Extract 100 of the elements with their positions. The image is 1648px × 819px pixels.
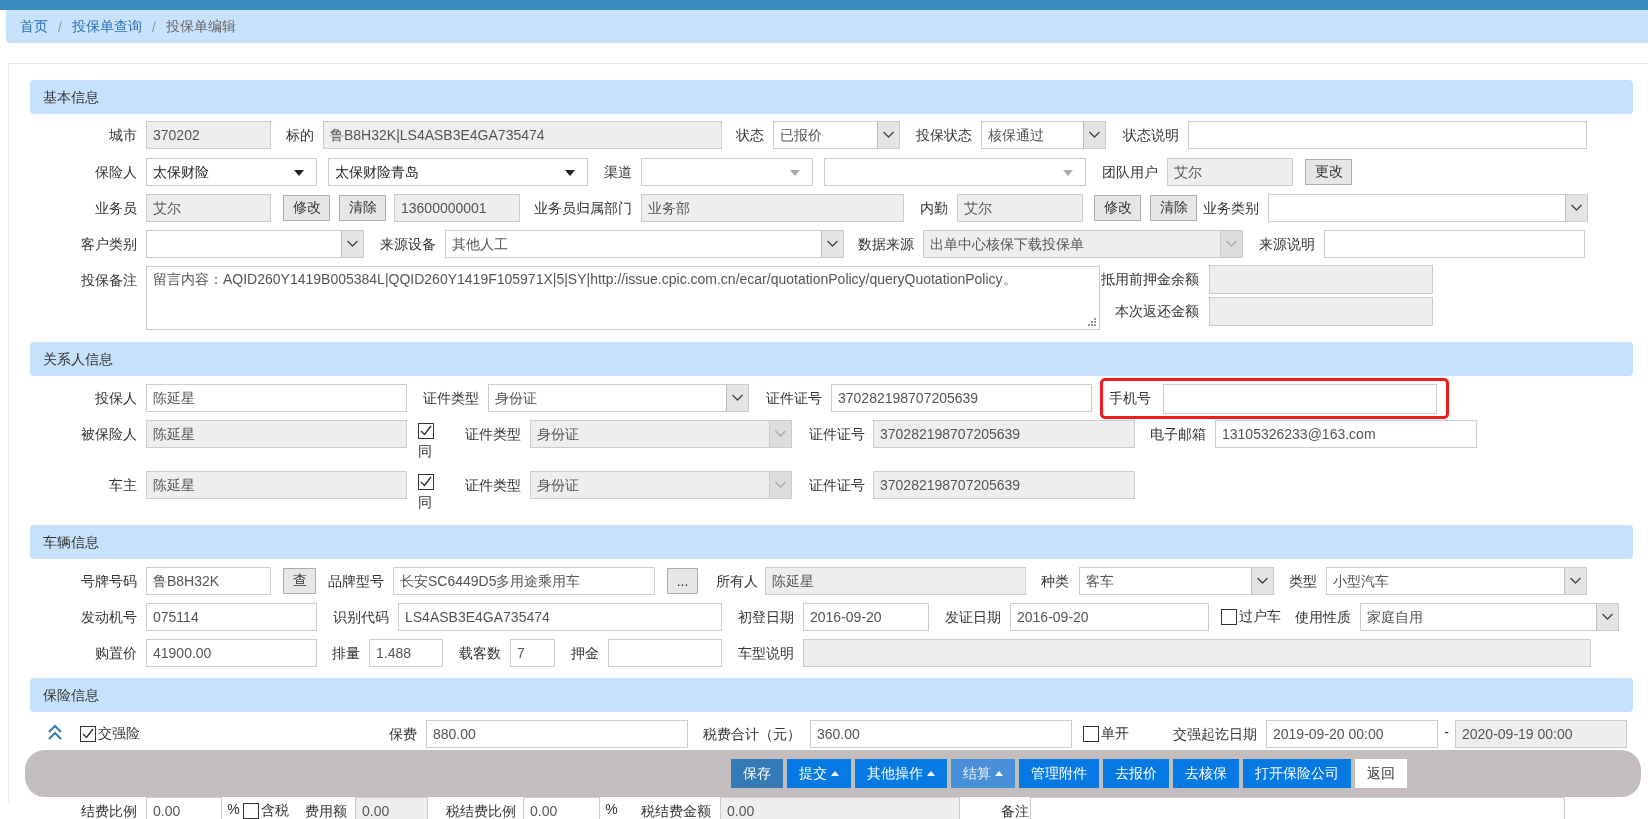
action-button[interactable]: 去报价	[1103, 759, 1169, 788]
caret-icon	[565, 170, 575, 176]
field-label: 团队用户	[1101, 163, 1159, 182]
dropdown-field[interactable]	[641, 158, 813, 186]
action-button[interactable]: 返回	[1355, 759, 1407, 788]
unit-text: -	[1443, 723, 1450, 742]
input-field[interactable]: 2016-09-20	[1010, 603, 1209, 631]
field-label: 业务员归属部门	[533, 199, 633, 218]
small-button[interactable]: 查	[283, 568, 316, 594]
small-button[interactable]: ...	[667, 568, 698, 594]
small-button[interactable]: 清除	[1150, 195, 1197, 221]
chevron-down-icon	[1564, 568, 1586, 594]
small-button[interactable]: 修改	[1094, 195, 1141, 221]
chevron-down-icon	[1596, 604, 1618, 630]
field-label: 来源设备	[379, 235, 437, 254]
action-button[interactable]: 其他操作	[855, 759, 947, 788]
select-field[interactable]: 家庭自用	[1360, 603, 1619, 631]
field-label: 投保备注	[80, 271, 138, 290]
input-field[interactable]: LS4ASB3E4GA735474	[398, 603, 722, 631]
chevron-down-icon	[341, 231, 363, 257]
action-button[interactable]: 管理附件	[1019, 759, 1099, 788]
checkbox-label: 同	[418, 442, 432, 460]
section-header: 关系人信息	[30, 342, 1633, 376]
input-field[interactable]	[1324, 230, 1585, 258]
collapse-icon[interactable]	[47, 724, 63, 742]
action-button[interactable]: 提交	[787, 759, 851, 788]
field-label: 号牌号码	[80, 572, 138, 591]
checkbox[interactable]	[243, 803, 259, 819]
field-label: 投保状态	[915, 126, 973, 145]
field-label: 证件类型	[464, 476, 522, 495]
breadcrumb-link[interactable]: 首页	[20, 17, 48, 36]
select-field[interactable]	[1268, 194, 1588, 222]
chevron-down-icon	[769, 472, 791, 498]
unit-text: %	[604, 800, 619, 819]
field-label: 被保险人	[80, 425, 138, 444]
checkbox[interactable]	[1083, 726, 1099, 742]
field-label: 品牌型号	[327, 572, 385, 591]
field-label: 车主	[108, 476, 138, 495]
field-label: 电子邮箱	[1149, 425, 1207, 444]
checkbox[interactable]	[418, 474, 434, 490]
field-label: 交强起讫日期	[1172, 725, 1258, 744]
select-field[interactable]: 身份证	[488, 384, 749, 412]
input-field[interactable]: 13105326233@163.com	[1215, 420, 1477, 448]
input-field[interactable]	[1188, 121, 1587, 149]
select-field[interactable]: 小型汽车	[1326, 567, 1587, 595]
input-field[interactable]: 7	[510, 639, 555, 667]
action-button[interactable]: 保存	[731, 759, 783, 788]
small-button[interactable]: 修改	[283, 195, 330, 221]
action-button[interactable]: 打开保险公司	[1243, 759, 1351, 788]
input-field[interactable]: 鲁B8H32K	[146, 567, 271, 595]
field-label: 抵用前押金余额	[1101, 270, 1199, 289]
action-button[interactable]: 去核保	[1173, 759, 1239, 788]
input-field[interactable]: 360.00	[810, 720, 1072, 748]
input-field[interactable]: 陈延星	[146, 384, 407, 412]
input-field[interactable]: 0.00	[146, 797, 222, 819]
input-field[interactable]	[1163, 383, 1437, 414]
field-label: 证件证号	[765, 389, 823, 408]
input-field[interactable]: 长安SC6449D5多用途乘用车	[393, 567, 655, 595]
input-field[interactable]: 41900.00	[146, 639, 317, 667]
select-field[interactable]: 已报价	[773, 121, 900, 149]
checkbox[interactable]	[1221, 609, 1237, 625]
field-label: 证件证号	[808, 425, 866, 444]
input-field[interactable]: 370282198707205639	[831, 384, 1092, 412]
field-label: 手机号	[1109, 389, 1151, 408]
select-field[interactable]: 客车	[1079, 567, 1274, 595]
field-label: 内勤	[919, 199, 949, 218]
input-field[interactable]: 075114	[146, 603, 317, 631]
input-field[interactable]	[608, 639, 722, 667]
remark-textarea[interactable]: 留言内容：AQID260Y1419B005384L|QQID260Y1419F105971X|5|SY|http://issue.cpic.com.cn/ecar/quotationPolicy/queryQuotationPolicy。	[146, 266, 1100, 330]
field-label: 投保人	[94, 389, 138, 408]
chevron-down-icon	[1565, 195, 1587, 221]
checkbox[interactable]	[80, 726, 96, 742]
field-label: 渠道	[603, 163, 633, 182]
select-field[interactable]: 其他人工	[445, 230, 844, 258]
field-label: 排量	[331, 644, 361, 663]
small-button[interactable]: 清除	[339, 195, 386, 221]
input-field[interactable]: 2016-09-20	[803, 603, 929, 631]
input-field[interactable]	[1030, 797, 1565, 819]
select-field[interactable]	[146, 230, 364, 258]
field-label: 税费合计（元）	[702, 725, 802, 744]
chevron-down-icon	[1083, 122, 1105, 148]
input-field[interactable]: 880.00	[426, 720, 688, 748]
dropdown-field[interactable]: 太保财险	[146, 158, 317, 186]
input-field[interactable]: 0.00	[523, 797, 600, 819]
input-field[interactable]: 1.488	[369, 639, 443, 667]
checkbox-label: 交强险	[98, 725, 140, 743]
dropdown-field[interactable]: 太保财险青岛	[328, 158, 588, 186]
field-label: 结费比例	[80, 802, 138, 819]
small-button[interactable]: 更改	[1305, 159, 1352, 185]
field-label: 数据来源	[857, 235, 915, 254]
field-label: 状态	[735, 126, 765, 145]
select-field[interactable]: 核保通过	[981, 121, 1106, 149]
checkbox-label: 同	[418, 493, 432, 511]
chevron-down-icon	[1251, 568, 1273, 594]
dropdown-field[interactable]	[824, 158, 1086, 186]
breadcrumb-link[interactable]: 投保单查询	[71, 17, 142, 36]
input-field[interactable]: 2019-09-20 00:00	[1266, 720, 1438, 748]
unit-text: %	[226, 800, 241, 819]
checkbox[interactable]	[418, 423, 434, 439]
field-label: 本次返还金额	[1115, 302, 1199, 321]
